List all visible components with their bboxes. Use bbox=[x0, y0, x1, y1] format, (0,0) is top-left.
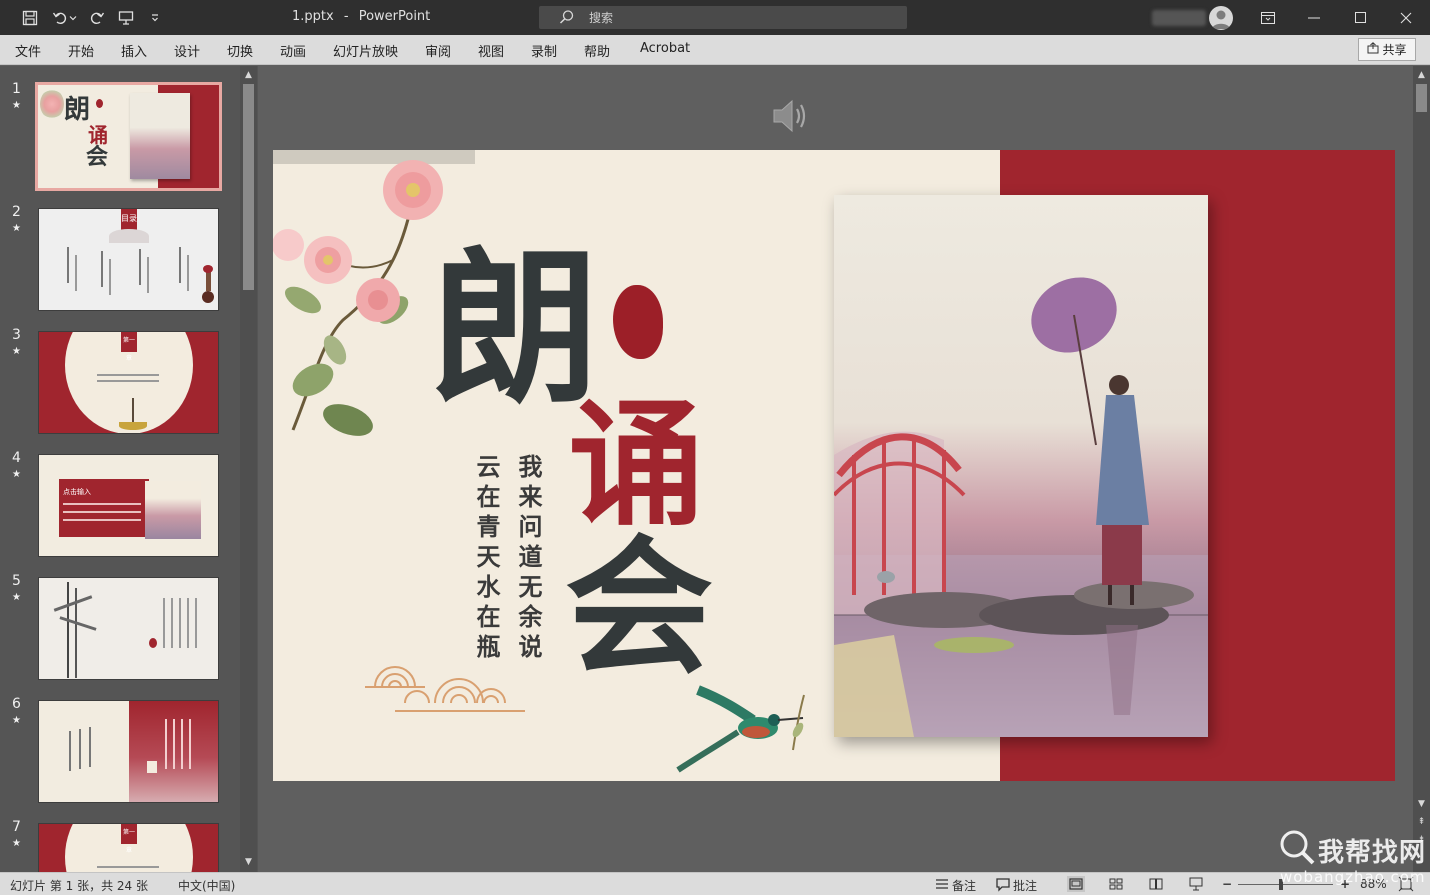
thumb-title-char-1: 朗 bbox=[64, 95, 91, 125]
tab-transitions[interactable]: 切换 bbox=[227, 41, 253, 60]
close-button[interactable] bbox=[1383, 0, 1429, 35]
animation-star-icon: ★ bbox=[12, 838, 21, 849]
document-title: 1.pptx bbox=[292, 9, 334, 24]
slide-thumbnail-5[interactable] bbox=[38, 577, 219, 680]
slide-number: 6 bbox=[12, 696, 21, 712]
reading-view-icon[interactable] bbox=[1147, 876, 1165, 892]
scroll-down-arrow-icon[interactable]: ▼ bbox=[242, 856, 255, 869]
notes-icon[interactable] bbox=[934, 876, 952, 892]
site-watermark: 我帮找网 wobangzhao.com bbox=[1276, 826, 1426, 888]
search-input[interactable]: 搜索 bbox=[539, 6, 907, 29]
animation-star-icon: ★ bbox=[12, 100, 21, 111]
normal-view-icon[interactable] bbox=[1067, 876, 1085, 892]
tab-design[interactable]: 设计 bbox=[174, 41, 200, 60]
slide-thumbnail-3[interactable]: 第一章 bbox=[38, 331, 219, 434]
tab-record[interactable]: 录制 bbox=[531, 41, 557, 60]
tab-insert[interactable]: 插入 bbox=[121, 41, 147, 60]
slide-number: 5 bbox=[12, 573, 21, 589]
slide-number: 1 bbox=[12, 81, 21, 97]
comments-button[interactable]: 批注 bbox=[1013, 877, 1037, 894]
red-seal-mark bbox=[613, 285, 663, 359]
share-button[interactable]: 共享 bbox=[1358, 38, 1416, 61]
title-separator: - bbox=[343, 9, 349, 24]
scroll-up-arrow-icon[interactable]: ▲ bbox=[1415, 69, 1428, 82]
tab-view[interactable]: 视图 bbox=[478, 41, 504, 60]
zoom-out-icon[interactable]: − bbox=[1222, 877, 1232, 891]
slide-thumbnail-pane: 1 ★ 朗 诵 会 2 ★ 目录 3 ★ 第一章 4 ★ 点击输入 5 ★ 6 … bbox=[0, 66, 258, 872]
tab-help[interactable]: 帮助 bbox=[584, 41, 610, 60]
scrollbar-thumb[interactable] bbox=[1416, 84, 1427, 112]
customize-toolbar-icon[interactable] bbox=[145, 8, 165, 28]
window-title: 1.pptx - PowerPoint bbox=[292, 9, 430, 24]
status-bar: 幻灯片 第 1 张，共 24 张 中文(中国) 备注 批注 − + 88% bbox=[0, 872, 1430, 895]
app-name: PowerPoint bbox=[358, 9, 431, 24]
undo-dropdown-icon[interactable] bbox=[67, 8, 79, 28]
title-bar: 1.pptx - PowerPoint 搜索 bbox=[0, 0, 1430, 35]
comment-icon[interactable] bbox=[995, 876, 1013, 892]
tab-review[interactable]: 审阅 bbox=[425, 41, 451, 60]
tab-acrobat[interactable]: Acrobat bbox=[640, 41, 690, 56]
avatar[interactable] bbox=[1209, 6, 1233, 30]
thumb-chapter-badge: 第一章 bbox=[121, 332, 137, 362]
save-icon[interactable] bbox=[20, 8, 40, 28]
account-name-blurred[interactable] bbox=[1152, 10, 1206, 26]
animation-star-icon: ★ bbox=[12, 346, 21, 357]
watermark-url: wobangzhao.com bbox=[1280, 868, 1426, 886]
tab-file[interactable]: 文件 bbox=[15, 41, 41, 60]
scroll-down-arrow-icon[interactable]: ▼ bbox=[1415, 798, 1428, 811]
slide-number: 3 bbox=[12, 327, 21, 343]
thumb-chapter-badge: 第一章 bbox=[121, 824, 137, 854]
thumb-title-char-3: 会 bbox=[86, 145, 109, 170]
poem-column-2: 云在青天水在瓶 bbox=[472, 454, 500, 664]
watermark-brand: 我帮找网 bbox=[1318, 838, 1427, 868]
notes-button[interactable]: 备注 bbox=[952, 877, 976, 894]
slide-sorter-view-icon[interactable] bbox=[1107, 876, 1125, 892]
tab-slide-show[interactable]: 幻灯片放映 bbox=[333, 41, 398, 60]
title-char-hui: 会 bbox=[565, 522, 713, 694]
animation-star-icon: ★ bbox=[12, 592, 21, 603]
maximize-button[interactable] bbox=[1337, 0, 1383, 35]
ribbon-tabs: 文件 开始 插入 设计 切换 动画 幻灯片放映 审阅 视图 录制 帮助 Acro… bbox=[0, 35, 1430, 65]
animation-star-icon: ★ bbox=[12, 223, 21, 234]
share-icon bbox=[1367, 42, 1379, 57]
thumbnail-scrollbar[interactable]: ▲ ▼ bbox=[240, 66, 257, 872]
slide-thumbnail-7[interactable]: 第一章 bbox=[38, 823, 219, 872]
auspicious-cloud-pattern bbox=[365, 666, 525, 712]
slide-number: 7 bbox=[12, 819, 21, 835]
tab-home[interactable]: 开始 bbox=[68, 41, 94, 60]
magnifier-logo-icon bbox=[1278, 828, 1316, 870]
slide-thumbnail-4[interactable]: 点击输入 bbox=[38, 454, 219, 557]
redo-icon[interactable] bbox=[87, 8, 107, 28]
thumb-click-input-label: 点击输入 bbox=[63, 488, 91, 496]
slide-thumbnail-2[interactable]: 目录 bbox=[38, 208, 219, 311]
slide-number: 2 bbox=[12, 204, 21, 220]
scrollbar-thumb[interactable] bbox=[243, 84, 254, 290]
title-char-song: 诵 bbox=[568, 387, 704, 545]
bird-illustration bbox=[676, 685, 805, 773]
language-status[interactable]: 中文(中国) bbox=[178, 877, 235, 894]
slide-number: 4 bbox=[12, 450, 21, 466]
present-from-start-icon[interactable] bbox=[116, 8, 136, 28]
slide-scrollbar[interactable]: ▲ ▼ ⇞ ⇟ bbox=[1413, 66, 1430, 872]
thumb-title-char-2: 诵 bbox=[88, 123, 108, 147]
slide-count-status: 幻灯片 第 1 张，共 24 张 bbox=[10, 879, 148, 893]
slide-thumbnail-1[interactable]: 朗 诵 会 bbox=[35, 82, 222, 191]
scroll-up-arrow-icon[interactable]: ▲ bbox=[242, 69, 255, 82]
animation-star-icon: ★ bbox=[12, 469, 21, 480]
slide-editing-area: 朗 诵 会 我来问道无余说 云在青天水在瓶 ▲ ▼ ⇞ ⇟ bbox=[258, 66, 1430, 872]
current-slide[interactable]: 朗 诵 会 我来问道无余说 云在青天水在瓶 bbox=[273, 150, 1395, 781]
tab-animations[interactable]: 动画 bbox=[280, 41, 306, 60]
girl-with-umbrella-photo bbox=[834, 195, 1208, 737]
animation-star-icon: ★ bbox=[12, 715, 21, 726]
slide-thumbnail-6[interactable] bbox=[38, 700, 219, 803]
ribbon-display-options-icon[interactable] bbox=[1245, 0, 1291, 35]
search-icon bbox=[559, 9, 575, 29]
speaker-audio-icon[interactable] bbox=[770, 96, 812, 140]
thumb-toc-badge: 目录 bbox=[121, 209, 137, 231]
share-label: 共享 bbox=[1382, 43, 1407, 57]
search-placeholder: 搜索 bbox=[589, 11, 614, 25]
poem-column-1: 我来问道无余说 bbox=[514, 454, 542, 664]
minimize-button[interactable] bbox=[1291, 0, 1337, 35]
slide-show-view-icon[interactable] bbox=[1187, 876, 1205, 892]
